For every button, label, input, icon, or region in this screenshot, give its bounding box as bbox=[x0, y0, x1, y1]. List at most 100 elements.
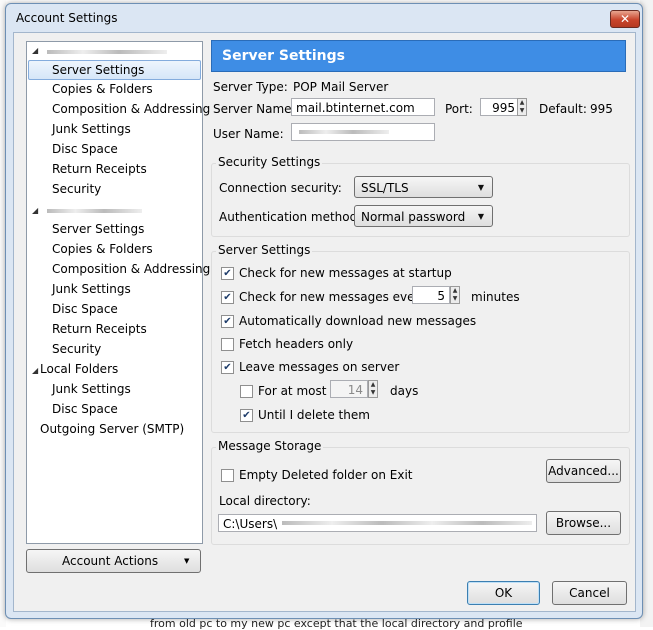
tree-item-disc-space[interactable]: Disc Space bbox=[52, 300, 118, 318]
until-delete-radio[interactable]: ✔ bbox=[240, 409, 253, 422]
collapse-arrow-icon[interactable]: ◢ bbox=[32, 46, 38, 55]
tree-item-local-folders[interactable]: Local Folders bbox=[40, 360, 118, 378]
tree-item-label: Junk Settings bbox=[52, 282, 131, 296]
port-spinner[interactable]: ▲ ▼ bbox=[517, 98, 527, 116]
collapse-arrow-icon[interactable]: ◢ bbox=[32, 206, 38, 215]
check-interval-spinner[interactable]: ▲ ▼ bbox=[450, 286, 460, 304]
tree-item-server-settings[interactable]: Server Settings bbox=[52, 220, 144, 238]
for-at-most-label: For at most bbox=[258, 384, 327, 398]
check-every-checkbox[interactable]: ✔ bbox=[221, 291, 234, 304]
tree-item-return-receipts[interactable]: Return Receipts bbox=[52, 320, 147, 338]
check-startup-checkbox[interactable]: ✔ bbox=[221, 267, 234, 280]
close-icon: ✕ bbox=[619, 12, 631, 26]
redacted-path bbox=[282, 521, 532, 525]
dropdown-caret-icon: ▼ bbox=[184, 557, 190, 565]
ok-button[interactable]: OK bbox=[467, 581, 540, 605]
connection-security-value: SSL/TLS bbox=[361, 181, 409, 195]
days-spinner[interactable]: ▲ ▼ bbox=[368, 380, 378, 398]
tree-item-label: Disc Space bbox=[52, 142, 118, 156]
user-name-label: User Name: bbox=[213, 127, 284, 141]
leave-on-server-label: Leave messages on server bbox=[239, 360, 400, 374]
advanced-button[interactable]: Advanced... bbox=[546, 459, 621, 483]
empty-deleted-checkbox[interactable] bbox=[221, 469, 234, 482]
days-input[interactable]: 14 bbox=[330, 380, 368, 398]
account-tree[interactable]: ◢ Server Settings Copies & Folders Compo… bbox=[26, 41, 210, 544]
tree-item-composition[interactable]: Composition & Addressing bbox=[52, 100, 210, 118]
server-name-input[interactable]: mail.btinternet.com bbox=[291, 98, 435, 116]
title-bar[interactable]: Account Settings ✕ bbox=[6, 4, 642, 32]
spinner-up-icon[interactable]: ▲ bbox=[451, 287, 459, 295]
security-settings-title: Security Settings bbox=[216, 155, 323, 169]
spinner-down-icon[interactable]: ▼ bbox=[369, 389, 377, 397]
days-label: days bbox=[390, 384, 419, 398]
spinner-up-icon[interactable]: ▲ bbox=[369, 381, 377, 389]
dropdown-caret-icon: ▼ bbox=[477, 183, 484, 192]
authentication-method-select[interactable]: Normal password ▼ bbox=[354, 205, 493, 227]
tree-item-label: Security bbox=[52, 182, 102, 196]
tree-item-label: Outgoing Server (SMTP) bbox=[40, 422, 185, 436]
cancel-button[interactable]: Cancel bbox=[552, 581, 627, 605]
spinner-down-icon[interactable]: ▼ bbox=[518, 107, 526, 115]
tree-item-label: Return Receipts bbox=[52, 162, 147, 176]
tree-item-disc-space[interactable]: Disc Space bbox=[52, 400, 118, 418]
tree-item-label: Composition & Addressing bbox=[52, 262, 211, 276]
check-every-label: Check for new messages every bbox=[239, 290, 427, 304]
tree-item-return-receipts[interactable]: Return Receipts bbox=[52, 160, 147, 178]
close-button[interactable]: ✕ bbox=[610, 10, 640, 28]
server-settings-title: Server Settings bbox=[216, 243, 313, 257]
tree-item-label: Server Settings bbox=[52, 63, 145, 77]
tree-item-junk[interactable]: Junk Settings bbox=[52, 380, 131, 398]
tree-item-copies-folders[interactable]: Copies & Folders bbox=[52, 240, 153, 258]
tree-item-composition[interactable]: Composition & Addressing bbox=[52, 260, 210, 278]
for-at-most-checkbox[interactable] bbox=[240, 385, 253, 398]
leave-on-server-checkbox[interactable]: ✔ bbox=[221, 361, 234, 374]
auto-download-checkbox[interactable]: ✔ bbox=[221, 315, 234, 328]
tree-item-junk[interactable]: Junk Settings bbox=[52, 280, 131, 298]
tree-item-outgoing-server[interactable]: Outgoing Server (SMTP) bbox=[40, 420, 184, 438]
authentication-method-value: Normal password bbox=[361, 210, 466, 224]
check-interval-input[interactable]: 5 bbox=[412, 286, 450, 304]
spinner-up-icon[interactable]: ▲ bbox=[518, 99, 526, 107]
tree-item-label: Server Settings bbox=[52, 222, 145, 236]
tree-item-security[interactable]: Security bbox=[52, 340, 101, 358]
tree-item-label: Return Receipts bbox=[52, 322, 147, 336]
tree-account-1[interactable] bbox=[47, 41, 197, 59]
account-settings-dialog: Account Settings ✕ ◢ Server Settings Cop… bbox=[5, 3, 643, 619]
check-startup-label: Check for new messages at startup bbox=[239, 266, 452, 280]
tree-item-label: Composition & Addressing bbox=[52, 102, 211, 116]
authentication-method-label: Authentication method: bbox=[219, 210, 362, 224]
server-type-value: POP Mail Server bbox=[293, 80, 389, 94]
local-directory-label: Local directory: bbox=[219, 494, 311, 508]
redacted-account-name bbox=[47, 50, 167, 54]
tree-item-server-settings[interactable]: Server Settings bbox=[28, 60, 201, 80]
tree-account-2[interactable] bbox=[47, 200, 197, 218]
checkmark-icon: ✔ bbox=[223, 316, 232, 327]
checkmark-icon: ✔ bbox=[223, 268, 232, 279]
fetch-headers-checkbox[interactable] bbox=[221, 338, 234, 351]
message-storage-title: Message Storage bbox=[216, 439, 324, 453]
tree-item-label: Security bbox=[52, 342, 102, 356]
browse-button[interactable]: Browse... bbox=[546, 511, 621, 535]
server-type-label: Server Type: bbox=[213, 80, 288, 94]
connection-security-label: Connection security: bbox=[219, 181, 342, 195]
checkmark-icon: ✔ bbox=[223, 292, 232, 303]
tree-item-label: Disc Space bbox=[52, 402, 118, 416]
tree-item-junk[interactable]: Junk Settings bbox=[52, 120, 131, 138]
connection-security-select[interactable]: SSL/TLS ▼ bbox=[354, 176, 493, 198]
default-port-label: Default: bbox=[539, 102, 587, 116]
port-input[interactable]: 995 bbox=[480, 98, 520, 116]
window-title: Account Settings bbox=[16, 11, 118, 25]
tree-item-copies-folders[interactable]: Copies & Folders bbox=[52, 80, 153, 98]
tree-item-label: Junk Settings bbox=[52, 382, 131, 396]
port-label: Port: bbox=[445, 102, 473, 116]
collapse-arrow-icon[interactable]: ◢ bbox=[32, 366, 38, 375]
account-actions-label: Account Actions bbox=[62, 554, 159, 568]
fetch-headers-label: Fetch headers only bbox=[239, 337, 354, 351]
tree-item-disc-space[interactable]: Disc Space bbox=[52, 140, 118, 158]
tree-item-security[interactable]: Security bbox=[52, 180, 101, 198]
until-delete-label: Until I delete them bbox=[258, 408, 370, 422]
tree-item-label: Disc Space bbox=[52, 302, 118, 316]
spinner-down-icon[interactable]: ▼ bbox=[451, 295, 459, 303]
empty-deleted-label: Empty Deleted folder on Exit bbox=[239, 468, 413, 482]
account-actions-button[interactable]: Account Actions ▼ bbox=[26, 549, 201, 573]
